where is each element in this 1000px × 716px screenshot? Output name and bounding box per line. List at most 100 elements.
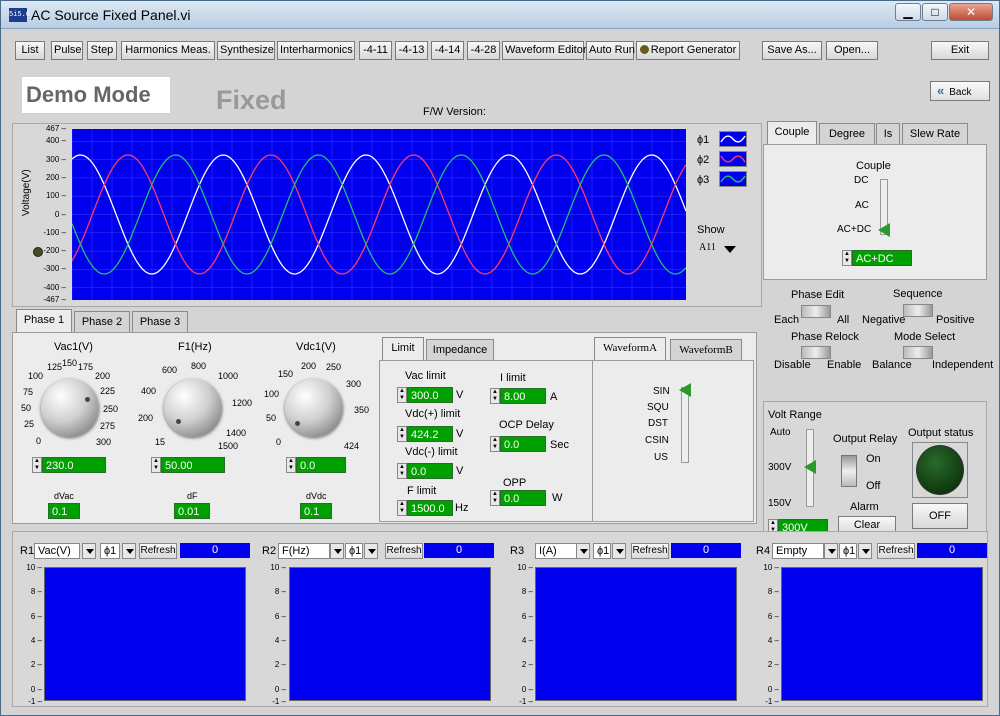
- f-limit-value[interactable]: 1500.0: [407, 500, 453, 516]
- r3-refresh-button[interactable]: Refresh: [631, 543, 669, 559]
- r2-refresh-button[interactable]: Refresh: [385, 543, 423, 559]
- legend-phase3-swatch[interactable]: [719, 171, 747, 187]
- ocp-delay-spinner[interactable]: ▲ ▼: [490, 436, 500, 452]
- waveform-slider-track[interactable]: [681, 387, 689, 463]
- dvdc-label: dVdc: [306, 491, 327, 501]
- tab-phase-3[interactable]: Phase 3: [132, 311, 188, 333]
- f-knob[interactable]: [164, 379, 222, 437]
- f-limit-spinner[interactable]: ▲ ▼: [397, 500, 407, 516]
- r3-phase-dropdown-icon[interactable]: [612, 543, 626, 559]
- vdc-value[interactable]: 0.0: [296, 457, 346, 473]
- vdc-knob[interactable]: [285, 379, 343, 437]
- back-button[interactable]: « Back: [930, 81, 990, 101]
- tab-impedance[interactable]: Impedance: [426, 339, 494, 361]
- step-button[interactable]: Step: [87, 41, 117, 60]
- auto-run-button[interactable]: Auto Run: [586, 41, 635, 60]
- waveform-slider-pointer[interactable]: [679, 383, 691, 397]
- phase-edit-toggle[interactable]: [801, 305, 831, 318]
- vdc-spinner[interactable]: ▲ ▼: [286, 457, 296, 473]
- ocp-delay-value[interactable]: 0.0: [500, 436, 546, 452]
- r4-measure-select[interactable]: Empty: [772, 543, 824, 559]
- vdcp-limit-spinner[interactable]: ▲ ▼: [397, 426, 407, 442]
- r4-refresh-button[interactable]: Refresh: [877, 543, 915, 559]
- f-value[interactable]: 50.00: [161, 457, 225, 473]
- dvdc-value[interactable]: 0.1: [300, 503, 332, 519]
- r1-refresh-button[interactable]: Refresh: [139, 543, 177, 559]
- r2-measure-select[interactable]: F(Hz): [278, 543, 330, 559]
- r1-phase-dropdown-icon[interactable]: [122, 543, 136, 559]
- exit-button[interactable]: Exit: [931, 41, 989, 60]
- r3-phase-select[interactable]: ϕ1: [593, 543, 611, 559]
- vac-spinner[interactable]: ▲ ▼: [32, 457, 42, 473]
- i-limit-unit: A: [550, 391, 558, 403]
- interharmonics-button[interactable]: Interharmonics: [277, 41, 355, 60]
- r4-phase-select[interactable]: ϕ1: [839, 543, 857, 559]
- phase-relock-toggle[interactable]: [801, 346, 831, 359]
- tab-phase-1[interactable]: Phase 1: [16, 309, 72, 333]
- dvac-value[interactable]: 0.1: [48, 503, 80, 519]
- vdcm-limit-spinner[interactable]: ▲ ▼: [397, 463, 407, 479]
- graph-y-tick: 100 –: [45, 191, 66, 201]
- opp-value[interactable]: 0.0: [500, 490, 546, 506]
- iec-4-13-button[interactable]: -4-13: [395, 41, 428, 60]
- couple-spinner[interactable]: ▲ ▼: [842, 250, 852, 266]
- tab-slew-rate[interactable]: Slew Rate: [902, 123, 968, 145]
- opp-label: OPP: [503, 477, 527, 489]
- vdcm-limit-value[interactable]: 0.0: [407, 463, 453, 479]
- vac-limit-spinner[interactable]: ▲ ▼: [397, 387, 407, 403]
- volt-range-slider-pointer[interactable]: [804, 460, 816, 474]
- pulse-button[interactable]: Pulse: [51, 41, 83, 60]
- r2-phase-dropdown-icon[interactable]: [364, 543, 378, 559]
- tab-is[interactable]: Is: [876, 123, 900, 145]
- r1-measure-select[interactable]: Vac(V): [34, 543, 80, 559]
- iec-4-14-button[interactable]: -4-14: [431, 41, 464, 60]
- tab-waveform-b[interactable]: WaveformB: [670, 339, 742, 361]
- r3-measure-dropdown-icon[interactable]: [576, 543, 590, 559]
- list-button[interactable]: List: [15, 41, 45, 60]
- close-button[interactable]: ✕: [949, 3, 993, 21]
- couple-value[interactable]: AC+DC: [852, 250, 912, 266]
- f-spinner[interactable]: ▲ ▼: [151, 457, 161, 473]
- save-as-button[interactable]: Save As...: [762, 41, 822, 60]
- minimize-button[interactable]: ▁: [895, 3, 921, 21]
- vac-knob[interactable]: [41, 379, 99, 437]
- vac-value[interactable]: 230.0: [42, 457, 106, 473]
- show-dropdown-icon[interactable]: [724, 246, 736, 253]
- report-generator-button[interactable]: Report Generator: [636, 41, 740, 60]
- r2-measure-dropdown-icon[interactable]: [330, 543, 344, 559]
- output-off-button[interactable]: OFF: [912, 503, 968, 529]
- show-select-value[interactable]: A11: [699, 242, 716, 253]
- iec-4-28-button[interactable]: -4-28: [467, 41, 500, 60]
- opp-spinner[interactable]: ▲ ▼: [490, 490, 500, 506]
- tab-waveform-a[interactable]: WaveformA: [594, 337, 666, 361]
- i-limit-spinner[interactable]: ▲ ▼: [490, 388, 500, 404]
- couple-slider-pointer[interactable]: [878, 223, 890, 237]
- df-value[interactable]: 0.01: [174, 503, 210, 519]
- i-limit-value[interactable]: 8.00: [500, 388, 546, 404]
- r1-phase-select[interactable]: ϕ1: [100, 543, 120, 559]
- output-relay-switch[interactable]: [841, 455, 857, 487]
- r4-phase-dropdown-icon[interactable]: [858, 543, 872, 559]
- maximize-button[interactable]: □: [922, 3, 948, 21]
- mode-select-toggle[interactable]: [903, 346, 933, 359]
- readout-y-tick: 8 –: [521, 587, 533, 597]
- mode-select-independent: Independent: [932, 359, 994, 371]
- iec-4-11-button[interactable]: -4-11: [359, 41, 392, 60]
- open-button[interactable]: Open...: [826, 41, 878, 60]
- r4-measure-dropdown-icon[interactable]: [824, 543, 838, 559]
- vac-limit-value[interactable]: 300.0: [407, 387, 453, 403]
- tab-limit[interactable]: Limit: [382, 337, 424, 361]
- legend-phase1-swatch[interactable]: [719, 131, 747, 147]
- legend-phase2-swatch[interactable]: [719, 151, 747, 167]
- vdcp-limit-value[interactable]: 424.2: [407, 426, 453, 442]
- tab-couple[interactable]: Couple: [767, 121, 817, 145]
- tab-degree[interactable]: Degree: [819, 123, 875, 145]
- harmonics-meas-button[interactable]: Harmonics Meas.: [121, 41, 215, 60]
- tab-phase-2[interactable]: Phase 2: [74, 311, 130, 333]
- waveform-editor-button[interactable]: Waveform Editor: [502, 41, 587, 60]
- sequence-toggle[interactable]: [903, 304, 933, 317]
- r2-phase-select[interactable]: ϕ1: [345, 543, 363, 559]
- vac-tick-75: 75: [23, 387, 34, 397]
- r1-measure-dropdown-icon[interactable]: [82, 543, 96, 559]
- synthesize-button[interactable]: Synthesize: [217, 41, 275, 60]
